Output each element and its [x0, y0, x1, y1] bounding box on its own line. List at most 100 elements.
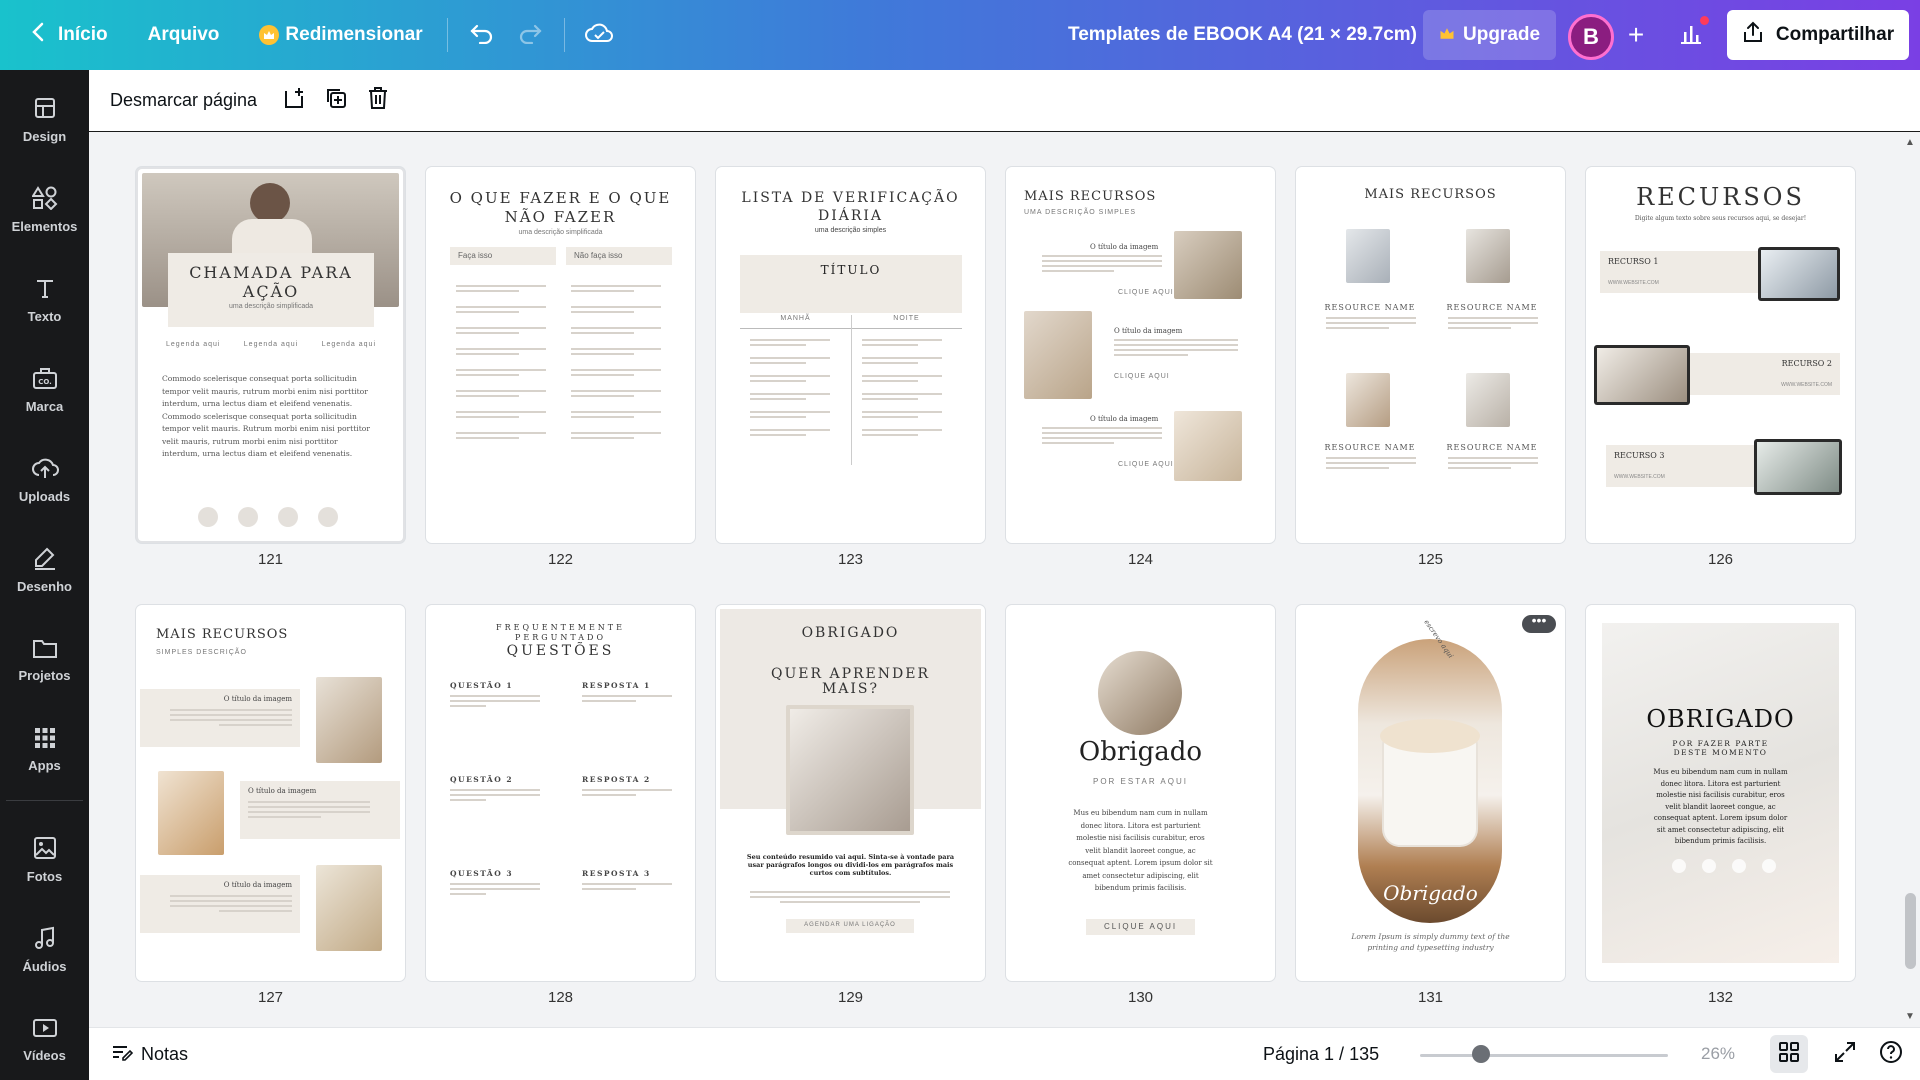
item-link: CLIQUE AQUI — [1118, 461, 1174, 468]
dont-list-placeholder — [571, 285, 661, 442]
deselect-page-button[interactable]: Desmarcar página — [110, 90, 257, 111]
user-avatar[interactable]: B — [1568, 14, 1614, 60]
sidebar-item-projects[interactable]: Projetos — [0, 620, 89, 700]
notification-dot — [1700, 16, 1709, 25]
sidebar-item-label: Texto — [27, 309, 62, 324]
page-indicator[interactable]: Página 1 / 135 — [1263, 1044, 1379, 1065]
sidebar-item-apps[interactable]: Apps — [0, 710, 89, 790]
page-subheading: UMA DESCRIÇÃO SIMPLES — [1024, 209, 1137, 216]
scrollbar-thumb[interactable] — [1905, 893, 1916, 969]
page-thumbnail-124[interactable]: MAIS RECURSOS UMA DESCRIÇÃO SIMPLES O tí… — [1006, 167, 1275, 543]
fullscreen-button[interactable] — [1829, 1038, 1861, 1070]
social-icons — [1672, 859, 1776, 873]
back-home-label: Início — [58, 24, 108, 45]
grid-view-icon — [1779, 1041, 1799, 1067]
grid-view-button[interactable] — [1770, 1035, 1808, 1073]
page-thumbnail-123[interactable]: LISTA DE VERIFICAÇÃO DIÁRIA uma descriçã… — [716, 167, 985, 543]
sidebar-item-audio[interactable]: Áudios — [0, 910, 89, 990]
palm-leaf-photo — [158, 771, 224, 855]
text-icon — [33, 276, 57, 303]
plus-icon: + — [1627, 19, 1645, 50]
file-menu-label: Arquivo — [147, 24, 220, 45]
insights-button[interactable] — [1667, 14, 1715, 58]
page-heading: MAIS RECURSOS — [1364, 187, 1497, 202]
title-panel: CHAMADA PARA AÇÃO uma descrição simplifi… — [168, 253, 374, 327]
item-card: O título da imagem — [140, 689, 300, 747]
page-options-button[interactable]: ••• — [1522, 613, 1556, 633]
page-thumbnail-121[interactable]: CHAMADA PARA AÇÃO uma descrição simplifi… — [136, 167, 405, 543]
sidebar-item-draw[interactable]: Desenho — [0, 530, 89, 610]
redo-button[interactable] — [506, 12, 554, 58]
back-home-button[interactable]: Início — [18, 12, 122, 58]
delete-page-button[interactable] — [357, 80, 399, 122]
page-number: 130 — [1127, 989, 1154, 1006]
resource-text-placeholder — [1326, 457, 1416, 472]
help-button[interactable] — [1875, 1038, 1907, 1070]
item-card: O título da imagem — [140, 875, 300, 933]
women-reading-photo — [786, 705, 914, 835]
sidebar-item-design[interactable]: Design — [0, 80, 89, 160]
zoom-slider-handle[interactable] — [1472, 1045, 1490, 1063]
morning-header: MANHÃ — [780, 315, 811, 322]
sidebar-item-uploads[interactable]: Uploads — [0, 440, 89, 520]
page-subheading: QUER APRENDER MAIS? — [770, 666, 930, 697]
sidebar-item-elements[interactable]: Elementos — [0, 170, 89, 250]
upgrade-label: Upgrade — [1463, 24, 1541, 45]
do-list-placeholder — [456, 285, 546, 442]
page-thumbnail-132[interactable]: OBRIGADO POR FAZER PARTE DESTE MOMENTO M… — [1586, 605, 1855, 981]
zoom-slider-track[interactable] — [1420, 1054, 1668, 1057]
pinterest-icon — [1732, 859, 1746, 873]
redo-icon — [517, 22, 543, 49]
cloud-save-status[interactable] — [575, 12, 623, 58]
page-number: 132 — [1707, 989, 1734, 1006]
duplicate-page-button[interactable] — [315, 80, 357, 122]
add-collaborator-button[interactable]: + — [1616, 14, 1656, 56]
item-title: O título da imagem — [1114, 327, 1183, 335]
sidebar-item-text[interactable]: Texto — [0, 260, 89, 340]
upgrade-button[interactable]: Upgrade — [1423, 10, 1557, 60]
page-number: 124 — [1127, 551, 1154, 568]
scroll-down-arrow-icon[interactable]: ▼ — [1905, 1011, 1915, 1022]
page-subheading: uma descrição simplificada — [518, 229, 603, 236]
share-button[interactable]: Compartilhar — [1727, 10, 1909, 60]
page-thumbnail-128[interactable]: FREQUENTEMENTE PERGUNTADO QUESTÕES QUEST… — [426, 605, 695, 981]
resource-text-placeholder — [1326, 317, 1416, 332]
scroll-up-arrow-icon[interactable]: ▲ — [1905, 137, 1915, 148]
sidebar-item-brand[interactable]: CO. Marca — [0, 350, 89, 430]
item-title: O título da imagem — [1090, 243, 1159, 251]
file-menu-button[interactable]: Arquivo — [134, 12, 234, 58]
page-thumbnail-126[interactable]: RECURSOS Digite algum texto sobre seus r… — [1586, 167, 1855, 543]
twitter-icon — [1762, 859, 1776, 873]
bar-chart-icon — [1679, 23, 1703, 50]
page-heading: MAIS RECURSOS — [1024, 189, 1157, 204]
item-title: O título da imagem — [223, 695, 292, 703]
page-thumbnail-131[interactable]: escrevo aqui Obrigado Lorem Ipsum is sim… — [1296, 605, 1565, 981]
page-thumbnail-129[interactable]: OBRIGADO QUER APRENDER MAIS? Seu conteúd… — [716, 605, 985, 981]
item-link: CLIQUE AQUI — [1118, 289, 1174, 296]
resource-name: RESOURCE NAME — [1446, 303, 1538, 312]
page-number: 128 — [547, 989, 574, 1006]
document-title[interactable]: Templates de EBOOK A4 (21 × 29.7cm) — [1068, 24, 1417, 46]
notes-button[interactable]: Notas — [111, 1043, 188, 1066]
page-thumbnail-122[interactable]: O QUE FAZER E O QUE NÃO FAZER uma descri… — [426, 167, 695, 543]
sidebar-item-photos[interactable]: Fotos — [0, 820, 89, 900]
evening-header: NOITE — [893, 315, 920, 322]
item-text-placeholder — [1114, 339, 1238, 359]
pen-icon — [32, 546, 58, 573]
folder-icon — [32, 637, 58, 662]
instagram-icon — [238, 507, 258, 527]
item-text-placeholder — [1042, 427, 1162, 447]
resource-card: RECURSO 1 WWW.WEBSITE.COM — [1600, 251, 1770, 293]
vertical-scrollbar[interactable]: ▲ ▼ — [1901, 133, 1920, 1027]
undo-button[interactable] — [458, 12, 506, 58]
page-grid-canvas: CHAMADA PARA AÇÃO uma descrição simplifi… — [89, 133, 1901, 1027]
page-thumbnail-127[interactable]: MAIS RECURSOS SIMPLES DESCRIÇÃO O título… — [136, 605, 405, 981]
sidebar-item-videos[interactable]: Vídeos — [0, 1000, 89, 1080]
add-page-button[interactable] — [273, 80, 315, 122]
sidebar-divider — [6, 800, 83, 801]
resize-button[interactable]: Redimensionar — [245, 12, 436, 58]
page-thumbnail-130[interactable]: Obrigado POR ESTAR AQUI Mus eu bibendum … — [1006, 605, 1275, 981]
zoom-level[interactable]: 26% — [1701, 1044, 1735, 1064]
sidebar-item-label: Áudios — [22, 959, 67, 974]
page-thumbnail-125[interactable]: MAIS RECURSOS RESOURCE NAME RESOURCE NAM… — [1296, 167, 1565, 543]
